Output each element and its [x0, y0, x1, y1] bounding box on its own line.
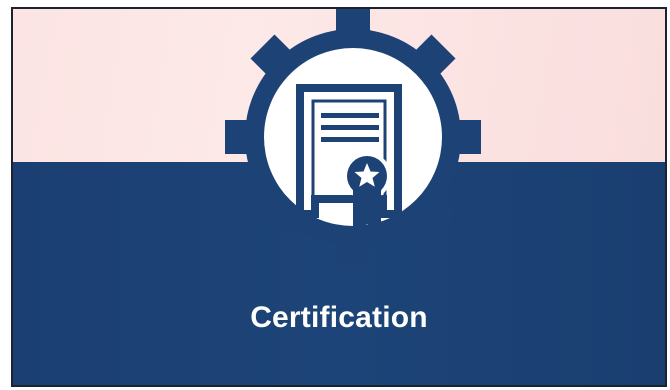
gear-icon: [225, 9, 481, 265]
certification-card: Certification: [11, 7, 667, 387]
card-caption: Certification: [250, 301, 428, 334]
